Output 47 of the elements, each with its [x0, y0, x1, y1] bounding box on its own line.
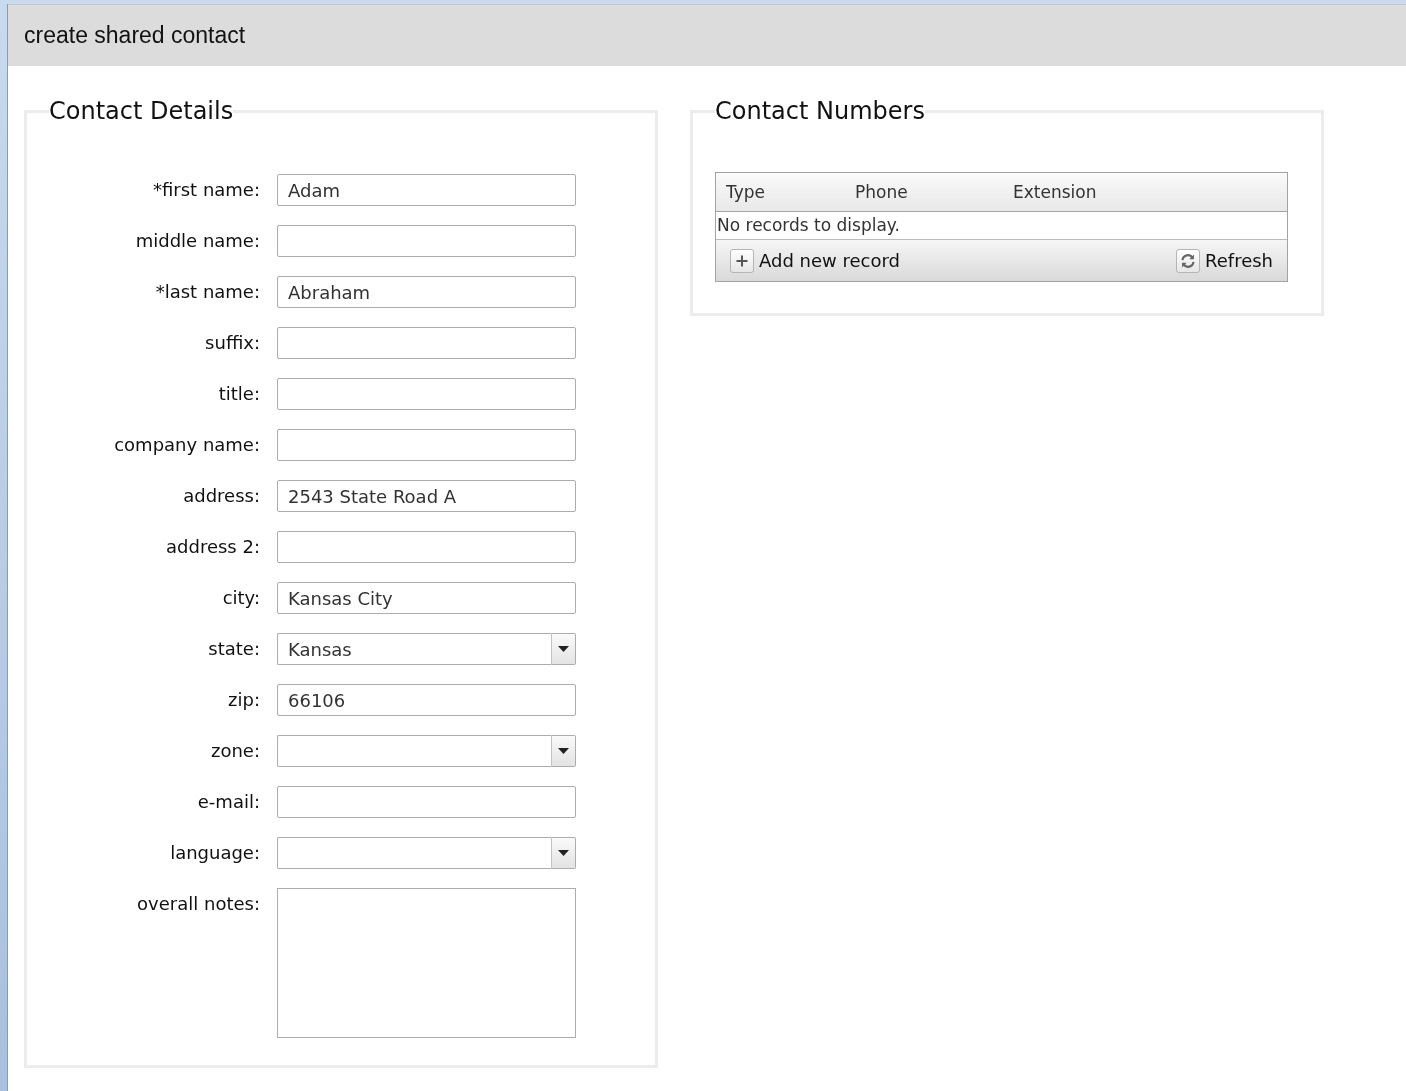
section-title: Contact Details — [49, 96, 234, 126]
field-label: zip: — [227, 688, 260, 712]
field-label: suffix: — [204, 331, 260, 355]
caret-icon — [558, 850, 569, 856]
refresh-button[interactable]: Refresh — [1176, 248, 1273, 273]
text-field[interactable] — [277, 378, 576, 410]
text-field[interactable] — [277, 531, 576, 563]
column-header[interactable]: Extension — [1013, 182, 1287, 202]
field-label: overall notes: — [136, 892, 260, 916]
field-label: city: — [221, 586, 260, 610]
dropdown-button[interactable] — [551, 633, 576, 665]
column-header[interactable]: Type — [726, 182, 855, 202]
text-field[interactable] — [277, 327, 576, 359]
add-record-button[interactable]: Add new record — [730, 248, 900, 273]
section-title: Contact Numbers — [715, 96, 925, 126]
dropdown-field[interactable]: Kansas — [277, 633, 551, 665]
plus-icon — [730, 248, 754, 273]
field-label: *last name: — [154, 280, 260, 304]
field-label: language: — [169, 841, 260, 865]
notes-field[interactable] — [277, 888, 576, 1038]
text-field[interactable]: Abraham — [277, 276, 576, 308]
text-field[interactable] — [277, 225, 576, 257]
text-field[interactable]: 66106 — [277, 684, 576, 716]
field-label: state: — [207, 637, 260, 661]
field-label: e-mail: — [196, 790, 260, 814]
dropdown-button[interactable] — [551, 735, 576, 767]
dropdown-field[interactable] — [277, 735, 551, 767]
column-header[interactable]: Phone — [855, 182, 1013, 202]
caret-icon — [558, 646, 569, 652]
dropdown-button[interactable] — [551, 837, 576, 869]
text-field[interactable]: Kansas City — [277, 582, 576, 614]
field-label: *first name: — [152, 178, 260, 202]
window-title: create shared contact — [24, 22, 246, 49]
empty-message: No records to display. — [717, 215, 900, 235]
caret-icon — [558, 748, 569, 754]
dropdown-field[interactable] — [277, 837, 551, 869]
refresh-icon — [1176, 248, 1200, 273]
text-field[interactable] — [277, 786, 576, 818]
field-label: zone: — [210, 739, 260, 763]
field-label: company name: — [113, 433, 260, 457]
field-label: address 2: — [165, 535, 260, 559]
text-field[interactable]: Adam — [277, 174, 576, 206]
text-field[interactable]: 2543 State Road A — [277, 480, 576, 512]
text-field[interactable] — [277, 429, 576, 461]
field-label: title: — [217, 382, 260, 406]
field-label: address: — [182, 484, 260, 508]
field-label: middle name: — [134, 229, 260, 253]
